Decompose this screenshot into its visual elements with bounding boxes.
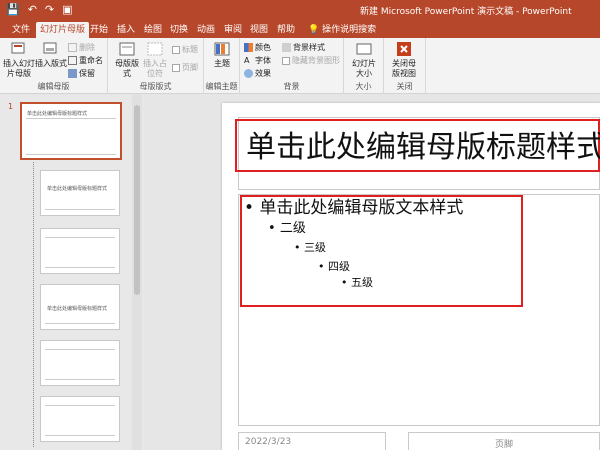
paint-bucket-icon xyxy=(282,43,291,52)
lightbulb-icon: 💡 xyxy=(308,25,320,35)
title-bar: 💾 ↶ ↷ ▣ 新建 Microsoft PowerPoint 演示文稿 - P… xyxy=(0,0,600,20)
tab-insert[interactable]: 插入 xyxy=(113,22,139,38)
colors-icon xyxy=(244,43,253,52)
footer-checkbox[interactable]: 页脚 xyxy=(172,62,198,73)
delete-icon xyxy=(68,43,77,52)
colors-button[interactable]: 颜色 xyxy=(244,42,271,53)
group-size: 幻灯片大小 大小 xyxy=(344,38,384,94)
thumbnail-divider xyxy=(26,118,116,119)
thumbnail-layout-content[interactable] xyxy=(40,228,120,274)
thumbnail-scroll-thumb[interactable] xyxy=(134,105,140,295)
bullet-level-5[interactable]: • 五级 xyxy=(341,275,373,291)
delete-button[interactable]: 删除 xyxy=(68,42,95,53)
thumbnail-divider xyxy=(45,323,115,324)
redo-icon[interactable]: ↷ xyxy=(45,3,54,17)
thumbnail-divider xyxy=(45,209,115,210)
bullet-level-4[interactable]: • 四级 xyxy=(318,259,350,275)
slide-title[interactable]: 单击此处编辑母版标题样式 xyxy=(246,130,600,166)
themes-icon xyxy=(214,42,230,56)
thumbnail-layout-comparison[interactable] xyxy=(40,396,120,442)
tab-tell-me[interactable]: 💡 操作说明搜索 xyxy=(304,22,380,38)
group-background: 颜色 A 字体 效果 背景样式 隐藏背景图形 背景 xyxy=(240,38,344,94)
thumbnail-layout-title-text: 单击此处编辑母版标题样式 xyxy=(47,186,108,192)
group-label-background: 背景 xyxy=(283,82,300,91)
thumbnail-master-title: 单击此处编辑母版标题样式 xyxy=(27,111,88,117)
tab-help[interactable]: 帮助 xyxy=(273,22,299,38)
thumbnail-divider xyxy=(45,267,115,268)
tab-home[interactable]: 开始 xyxy=(86,22,112,38)
slide-size-button[interactable]: 幻灯片大小 xyxy=(347,41,381,79)
fonts-icon: A xyxy=(244,56,250,65)
tab-slide-master[interactable]: 幻灯片母版 xyxy=(36,22,90,38)
tab-file[interactable]: 文件 xyxy=(8,22,34,38)
present-icon[interactable]: ▣ xyxy=(62,3,72,17)
tab-animations[interactable]: 动画 xyxy=(193,22,219,38)
group-label-master-layout: 母版版式 xyxy=(139,82,172,91)
background-styles-button[interactable]: 背景样式 xyxy=(282,42,325,53)
footer-placeholder[interactable]: 页脚 xyxy=(408,432,600,450)
thumbnail-divider xyxy=(45,435,115,436)
title-checkbox[interactable]: 标题 xyxy=(172,44,198,55)
tab-review[interactable]: 审阅 xyxy=(220,22,246,38)
group-edit-theme: 主题 编辑主题 xyxy=(204,38,240,94)
group-master-layout: 母版版式 插入占位符 标题 页脚 母版版式 xyxy=(108,38,204,94)
thumbnail-layout-section[interactable]: 单击此处编辑母版标题样式 xyxy=(40,284,120,330)
tab-transitions[interactable]: 切换 xyxy=(166,22,192,38)
layout-tree-connector xyxy=(33,162,34,447)
effects-button[interactable]: 效果 xyxy=(244,68,271,79)
insert-layout-icon xyxy=(43,42,57,54)
undo-icon[interactable]: ↶ xyxy=(28,3,37,17)
bullet-level-1[interactable]: • 单击此处编辑母版文本样式 xyxy=(244,197,463,219)
insert-layout-button[interactable]: 插入版式 xyxy=(34,41,68,69)
bullet-level-2[interactable]: • 二级 xyxy=(268,220,306,238)
close-icon xyxy=(397,42,411,56)
save-icon[interactable]: 💾 xyxy=(6,3,20,17)
effects-icon xyxy=(244,69,253,78)
thumbnail-divider xyxy=(26,154,116,155)
thumbnail-layout-title[interactable]: 单击此处编辑母版标题样式 xyxy=(40,170,120,216)
hide-background-box xyxy=(282,56,290,65)
group-label-close: 关闭 xyxy=(396,82,413,91)
insert-placeholder-button[interactable]: 插入占位符 xyxy=(138,41,172,79)
themes-button[interactable]: 主题 xyxy=(205,41,239,69)
placeholder-icon xyxy=(147,42,163,56)
preserve-button[interactable]: 保留 xyxy=(68,68,95,79)
bullet-level-3[interactable]: • 三级 xyxy=(294,240,326,256)
slide-size-icon xyxy=(356,43,372,55)
ribbon: 插入幻灯片母版 插入版式 删除 重命名 保留 编辑母版 母版版式 插入占位符 标… xyxy=(0,38,600,94)
hide-background-checkbox[interactable]: 隐藏背景图形 xyxy=(282,55,340,66)
title-checkbox-box xyxy=(172,45,180,54)
close-master-view-button[interactable]: 关闭母版视图 xyxy=(387,41,421,79)
group-edit-master: 插入幻灯片母版 插入版式 删除 重命名 保留 编辑母版 xyxy=(0,38,108,94)
thumbnail-layout-two-content[interactable] xyxy=(40,340,120,386)
thumbnail-divider xyxy=(45,405,115,406)
fonts-button[interactable]: A 字体 xyxy=(244,55,271,66)
window-title: 新建 Microsoft PowerPoint 演示文稿 - PowerPoin… xyxy=(360,7,572,17)
thumbnail-divider xyxy=(45,349,115,350)
thumbnail-divider xyxy=(45,379,115,380)
insert-slide-master-button[interactable]: 插入幻灯片母版 xyxy=(2,41,36,79)
ribbon-tabs: 文件 幻灯片母版 开始 插入 绘图 切换 动画 审阅 视图 帮助 💡 操作说明搜… xyxy=(0,20,600,38)
thumbnail-master[interactable]: 单击此处编辑母版标题样式 xyxy=(20,102,122,160)
thumbnail-divider xyxy=(45,237,115,238)
footer-checkbox-box xyxy=(172,63,180,72)
tab-draw[interactable]: 绘图 xyxy=(140,22,166,38)
date-placeholder[interactable]: 2022/3/23 xyxy=(238,432,386,450)
group-close: 关闭母版视图 关闭 xyxy=(384,38,426,94)
pin-icon xyxy=(68,69,77,78)
slide-number: 1 xyxy=(8,102,14,111)
tab-view[interactable]: 视图 xyxy=(246,22,272,38)
insert-master-icon xyxy=(11,42,25,54)
group-label-size: 大小 xyxy=(355,82,372,91)
group-label-edit-theme: 编辑主题 xyxy=(205,82,238,91)
thumbnail-layout-section-text: 单击此处编辑母版标题样式 xyxy=(47,306,108,312)
rename-button[interactable]: 重命名 xyxy=(68,55,103,66)
quick-access-toolbar: 💾 ↶ ↷ ▣ xyxy=(6,3,73,17)
master-layout-icon xyxy=(119,42,135,56)
rename-icon xyxy=(68,56,77,65)
group-label-edit-master: 编辑母版 xyxy=(37,82,70,91)
